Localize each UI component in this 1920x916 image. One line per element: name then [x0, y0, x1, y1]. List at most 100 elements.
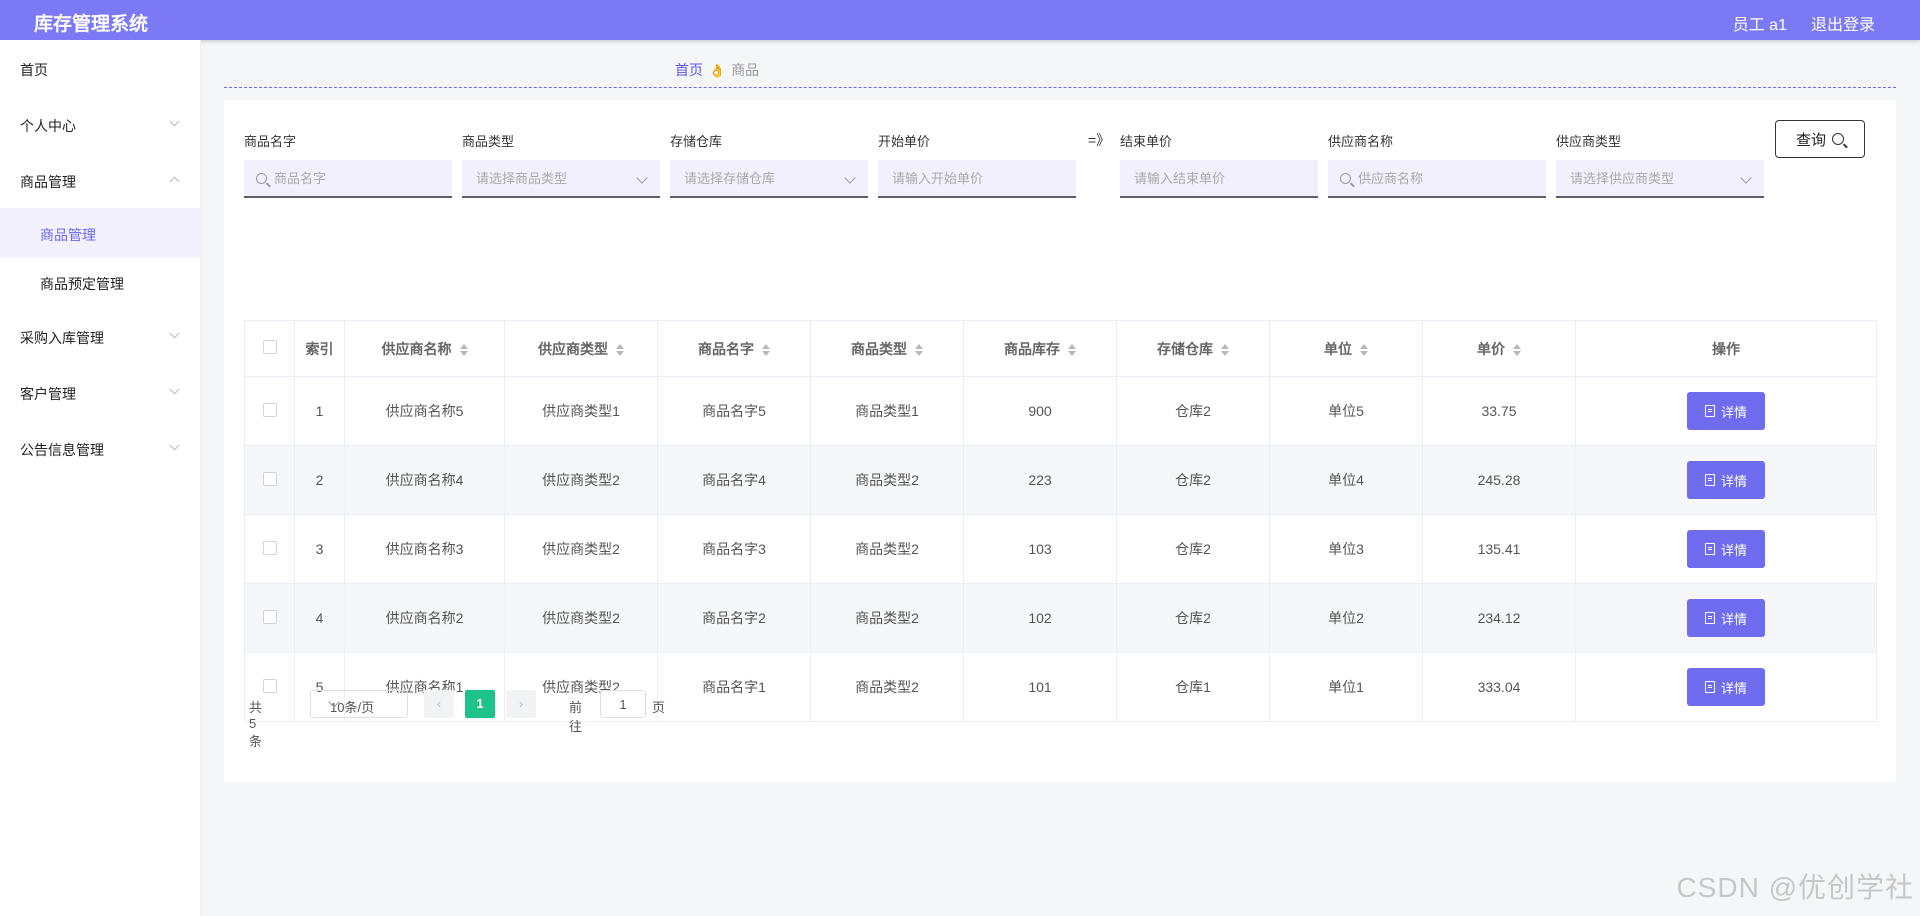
detail-button-label: 详情 [1720, 611, 1747, 627]
price-start-label: 开始单价 [878, 134, 931, 149]
header-supplier-type[interactable]: 供应商类型 [504, 320, 658, 377]
cell-warehouse: 仓库2 [1116, 514, 1270, 584]
sort-icon[interactable] [1221, 343, 1229, 356]
cell-supplier-name: 供应商名称2 [344, 583, 505, 653]
sort-icon[interactable] [1068, 343, 1076, 356]
table-row: 4 供应商名称2 供应商类型2 商品名字2 商品类型2 102 仓库2 单位2 … [244, 583, 1877, 653]
breadcrumb: 首页 👌 商品 [675, 60, 759, 80]
user-name[interactable]: 员工 a1 [1733, 11, 1787, 35]
page-number-current[interactable]: 1 [465, 690, 495, 718]
sort-icon[interactable] [616, 343, 624, 356]
cell-goods-name: 商品名字5 [657, 376, 811, 446]
sidebar-item-customer[interactable]: 客户管理 [0, 370, 200, 414]
top-header-bar: 库存管理系统 员工 a1 退出登录 [0, 0, 1920, 40]
table-row: 2 供应商名称4 供应商类型2 商品名字4 商品类型2 223 仓库2 单位4 … [244, 445, 1877, 515]
warehouse-select[interactable] [670, 160, 868, 198]
detail-button-label: 详情 [1720, 680, 1747, 696]
supplier-type-select[interactable] [1556, 160, 1764, 198]
header-goods-type[interactable]: 商品类型 [810, 320, 964, 377]
page-size-select[interactable]: 10条/页 [310, 690, 408, 718]
sidebar-subitem-goods-management[interactable]: 商品管理 [0, 208, 200, 258]
document-icon [1704, 612, 1715, 624]
main-content: 首页 👌 商品 商品名字 商品类型 存储仓库 开始单价 =》 结束单价 供应商名称 … [200, 40, 1920, 916]
header-goods-name[interactable]: 商品名字 [657, 320, 811, 377]
supplier-name-input[interactable] [1328, 160, 1546, 198]
cell-unit: 单位3 [1269, 514, 1423, 584]
sidebar-subitem-goods-reservation[interactable]: 商品预定管理 [0, 260, 200, 304]
goto-label: 前往 [569, 700, 583, 734]
price-end-input[interactable] [1120, 160, 1318, 198]
sidebar-item-announcement[interactable]: 公告信息管理 [0, 426, 200, 470]
sidebar-item-goods-management[interactable]: 商品管理 [0, 158, 200, 202]
document-icon [1704, 681, 1715, 693]
query-button[interactable]: 查询 [1775, 120, 1865, 158]
sidebar-item-purchase-inbound[interactable]: 采购入库管理 [0, 314, 200, 358]
sort-icon[interactable] [1360, 343, 1368, 356]
header-unit[interactable]: 单位 [1269, 320, 1423, 377]
cell-stock: 223 [963, 445, 1117, 515]
select-all-checkbox[interactable] [262, 340, 277, 354]
row-checkbox[interactable] [262, 540, 277, 555]
app-title: 库存管理系统 [34, 14, 149, 35]
table-row: 3 供应商名称3 供应商类型2 商品名字3 商品类型2 103 仓库2 单位3 … [244, 514, 1877, 584]
cell-stock: 101 [963, 652, 1117, 722]
header-label: 单价 [1477, 340, 1505, 357]
cell-price: 245.28 [1422, 445, 1576, 515]
goods-type-label: 商品类型 [462, 134, 515, 149]
price-start-input[interactable] [878, 160, 1076, 198]
detail-button-label: 详情 [1720, 404, 1747, 420]
cell-warehouse: 仓库1 [1116, 652, 1270, 722]
sort-icon[interactable] [762, 343, 770, 356]
row-checkbox[interactable] [262, 609, 277, 624]
goto-page-input[interactable] [600, 690, 646, 718]
cell-index: 1 [294, 376, 345, 446]
detail-button[interactable]: 详情 [1687, 461, 1765, 499]
detail-button[interactable]: 详情 [1687, 668, 1765, 706]
goods-type-select[interactable] [462, 160, 660, 198]
row-checkbox[interactable] [262, 402, 277, 417]
goods-name-input[interactable] [244, 160, 452, 198]
prev-page-button[interactable]: ‹ [424, 690, 454, 718]
cell-warehouse: 仓库2 [1116, 445, 1270, 515]
row-checkbox[interactable] [262, 471, 277, 486]
detail-button[interactable]: 详情 [1687, 599, 1765, 637]
select-all-cell [244, 320, 295, 377]
cell-price: 33.75 [1422, 376, 1576, 446]
goto-unit-label: 页 [652, 700, 666, 715]
detail-button[interactable]: 详情 [1687, 392, 1765, 430]
header-label: 单位 [1324, 340, 1352, 357]
sidebar-item-label: 个人中心 [20, 118, 76, 134]
row-checkbox[interactable] [262, 678, 277, 693]
cell-stock: 103 [963, 514, 1117, 584]
document-icon [1704, 474, 1715, 486]
search-icon [1340, 173, 1351, 184]
header-action: 操作 [1575, 320, 1877, 377]
cell-supplier-type: 供应商类型1 [504, 376, 658, 446]
supplier-name-label: 供应商名称 [1328, 134, 1394, 149]
cell-supplier-name: 供应商名称3 [344, 514, 505, 584]
cell-supplier-name: 供应商名称5 [344, 376, 505, 446]
document-icon [1704, 543, 1715, 555]
header-user-area: 员工 a1 退出登录 [1733, 11, 1875, 35]
cell-supplier-name: 供应商名称4 [344, 445, 505, 515]
sidebar: 首页 个人中心 商品管理 商品管理 商品预定管理 采购入库管理 客户管理 公告信… [0, 40, 201, 916]
sort-icon[interactable] [1513, 343, 1521, 356]
logout-button[interactable]: 退出登录 [1811, 11, 1875, 35]
sidebar-item-home[interactable]: 首页 [0, 46, 200, 90]
header-stock[interactable]: 商品库存 [963, 320, 1117, 377]
cell-goods-type: 商品类型1 [810, 376, 964, 446]
query-button-label: 查询 [1795, 131, 1826, 149]
detail-button[interactable]: 详情 [1687, 530, 1765, 568]
sidebar-item-personal-center[interactable]: 个人中心 [0, 102, 200, 146]
next-page-button[interactable]: › [506, 690, 536, 718]
sort-icon[interactable] [459, 343, 468, 356]
cell-supplier-type: 供应商类型2 [504, 445, 658, 515]
header-price[interactable]: 单价 [1422, 320, 1576, 377]
sidebar-item-label: 采购入库管理 [20, 330, 104, 346]
detail-button-label: 详情 [1720, 473, 1747, 489]
cell-supplier-type: 供应商类型2 [504, 514, 658, 584]
sort-icon[interactable] [915, 343, 923, 356]
breadcrumb-home[interactable]: 首页 [675, 62, 703, 78]
header-supplier-name[interactable]: 供应商名称 [344, 320, 505, 377]
header-warehouse[interactable]: 存储仓库 [1116, 320, 1270, 377]
